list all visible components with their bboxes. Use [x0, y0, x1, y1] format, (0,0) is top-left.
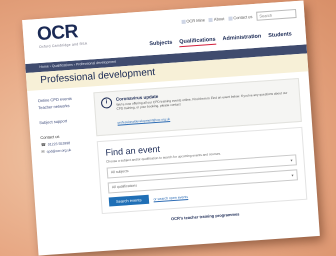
utility-link-contact[interactable]: Contact us: [228, 14, 253, 21]
user-icon: [181, 19, 186, 24]
search-open-events-link[interactable]: or search open events: [153, 195, 188, 201]
nav-qualifications[interactable]: Qualifications: [179, 37, 216, 46]
phone-icon: ☎: [40, 141, 46, 148]
main-column: i Coronavirus update We're now offering …: [87, 77, 308, 227]
notice-body: Coronavirus update We're now offering al…: [116, 84, 295, 129]
webpage-photo: OCR Oxford Cambridge and RSA OCR Mine Ab…: [22, 0, 320, 256]
coronavirus-notice: i Coronavirus update We're now offering …: [93, 77, 302, 137]
chevron-down-icon: ▾: [290, 158, 293, 164]
sidebar-email[interactable]: ✉ cpd@ocr.org.uk: [41, 146, 91, 155]
utility-nav: OCR Mine About Contact us Search: [181, 8, 297, 26]
chevron-down-icon: ▾: [291, 172, 294, 179]
mail-icon: [228, 15, 233, 21]
utility-link-ocr-mine[interactable]: OCR Mine: [181, 17, 205, 24]
content-area: Online CPD events Teacher networks Subje…: [27, 71, 318, 231]
info-icon: [208, 17, 214, 22]
nav-subjects[interactable]: Subjects: [149, 40, 172, 48]
nav-administration[interactable]: Administration: [222, 33, 261, 42]
nav-students[interactable]: Students: [268, 31, 292, 39]
envelope-icon: ✉: [41, 148, 45, 155]
utility-link-about[interactable]: About: [208, 16, 225, 22]
info-circle-icon: i: [100, 97, 113, 109]
find-event-panel: Find an event Choose a subject and/or qu…: [96, 127, 308, 215]
search-input[interactable]: Search: [256, 8, 297, 21]
notice-email-link[interactable]: professionaldevelopment@ocr.org.uk: [117, 117, 170, 125]
search-events-button[interactable]: Search events: [108, 195, 149, 207]
main-nav: Subjects Qualifications Administration S…: [149, 31, 292, 47]
